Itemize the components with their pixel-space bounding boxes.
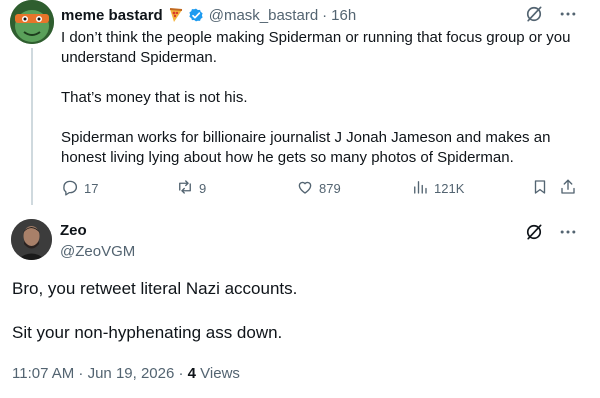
tweet-text: Bro, you retweet literal Nazi accounts. … xyxy=(12,278,582,344)
like-icon xyxy=(296,178,314,199)
more-icon[interactable] xyxy=(558,4,578,24)
quoted-tweet[interactable]: meme bastard @mask_bastard · 16h I don’t… xyxy=(0,0,600,210)
repost-count: 9 xyxy=(199,180,207,196)
like-count: 879 xyxy=(319,180,341,196)
reply-count: 17 xyxy=(84,180,99,196)
repost-icon xyxy=(176,178,194,199)
avatar[interactable] xyxy=(10,0,54,44)
bookmark-button[interactable] xyxy=(531,178,549,198)
separator: · xyxy=(322,6,328,24)
verified-badge-icon[interactable] xyxy=(187,6,205,24)
display-name[interactable]: Zeo xyxy=(60,222,87,239)
tweet-paragraph: Spiderman works for billionaire journali… xyxy=(61,129,551,166)
views-icon xyxy=(411,178,429,199)
reply-button[interactable]: 17 xyxy=(61,178,98,198)
views-count: 4 xyxy=(187,365,197,382)
tweet-paragraph: Bro, you retweet literal Nazi accounts. xyxy=(12,279,298,298)
views-count: 121K xyxy=(434,180,465,196)
tweet-paragraph: Sit your non-hyphenating ass down. xyxy=(12,323,283,342)
tweet-header-actions xyxy=(524,222,578,242)
pizza-emoji-icon xyxy=(168,7,184,23)
tweet-paragraph: That’s money that is not his. xyxy=(61,89,248,106)
tweet-paragraph: I don’t think the people making Spiderma… xyxy=(61,29,571,66)
like-button[interactable]: 879 xyxy=(296,178,341,198)
share-button[interactable] xyxy=(559,178,577,198)
bookmark-icon xyxy=(531,178,549,199)
tweet-meta: 11:07 AM · Jun 19, 2026 · 4 Views xyxy=(12,365,240,382)
more-icon[interactable] xyxy=(558,222,578,242)
timestamp[interactable]: 11:07 AM · Jun 19, 2026 · xyxy=(12,365,188,382)
repost-button[interactable]: 9 xyxy=(176,178,206,198)
tweet-header-actions xyxy=(524,4,578,24)
time-ago[interactable]: 16h xyxy=(331,7,356,24)
grok-icon[interactable] xyxy=(524,222,544,242)
handle[interactable]: @mask_bastard xyxy=(209,7,318,24)
share-icon xyxy=(559,178,577,199)
views-button[interactable]: 121K xyxy=(411,178,464,198)
reply-icon xyxy=(61,178,79,199)
tweet-text: I don’t think the people making Spiderma… xyxy=(61,28,581,168)
author-line: meme bastard @mask_bastard · 16h xyxy=(61,5,356,25)
grok-icon[interactable] xyxy=(524,4,544,24)
avatar[interactable] xyxy=(11,219,52,260)
handle[interactable]: @ZeoVGM xyxy=(60,243,135,260)
display-name[interactable]: meme bastard xyxy=(61,7,163,24)
tweet-action-bar: 17 9 879 121K xyxy=(61,178,578,198)
views-label: Views xyxy=(196,365,240,382)
